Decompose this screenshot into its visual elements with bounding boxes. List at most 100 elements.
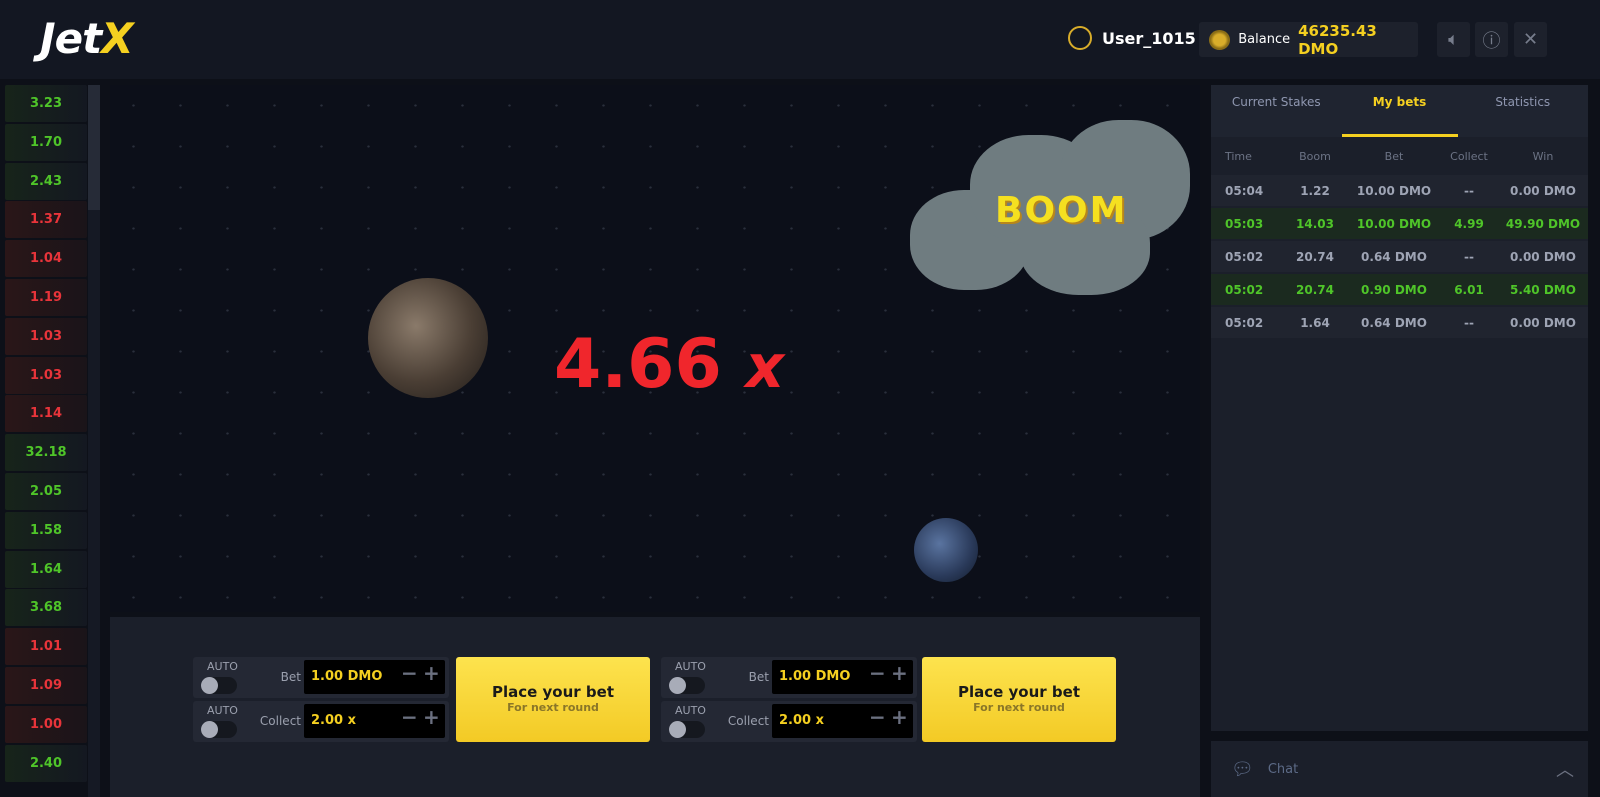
table-cell: 0.64 DMO (1361, 249, 1427, 264)
auto-toggle[interactable] (201, 721, 237, 738)
table-cell: 6.01 (1454, 282, 1484, 297)
table-cell: 20.74 (1296, 249, 1334, 264)
bet_label: Bet (748, 670, 769, 684)
auto-label: AUTO (207, 660, 238, 673)
planet-small (914, 518, 978, 582)
plus-button[interactable]: + (423, 705, 440, 729)
close-icon: ✕ (1522, 29, 1539, 50)
table-row: 05:03 14.03 10.00 DMO 4.99 49.90 DMO (1211, 208, 1588, 239)
table-row: 05:02 20.74 0.90 DMO 6.01 5.40 DMO (1211, 274, 1588, 305)
history-item: 1.19 (5, 278, 87, 316)
bet-group: AUTO Bet 1.00 DMO − + AUTO Collect 2.00 … (661, 657, 917, 745)
table-cell: 0.00 DMO (1510, 183, 1576, 198)
balance-label: Balance (1238, 32, 1291, 47)
column-header: Collect (1450, 149, 1488, 163)
chevron-up-icon[interactable]: ︿ (1556, 756, 1574, 782)
history-item: 32.18 (5, 434, 87, 472)
sidebar-tabs: Current Stakes My bets Statistics (1211, 85, 1588, 137)
table-cell: 1.22 (1300, 183, 1330, 198)
table-cell: 20.74 (1296, 282, 1334, 297)
table-cell: 05:04 (1225, 183, 1264, 198)
table-cell: -- (1464, 183, 1474, 198)
history-scrollbar[interactable] (88, 85, 100, 797)
table-cell: 05:03 (1225, 216, 1264, 231)
boom-text: BOOM (995, 190, 1128, 231)
plus-button[interactable]: + (423, 661, 440, 685)
bet_label: Bet (280, 670, 301, 684)
minus-button[interactable]: − (869, 661, 886, 685)
plus-button[interactable]: + (891, 661, 908, 685)
bets-table: 05:04 1.22 10.00 DMO -- 0.00 DMO 05:03 14.03 10… (1211, 175, 1588, 338)
table-row: 05:04 1.22 10.00 DMO -- 0.00 DMO (1211, 175, 1588, 206)
table-cell: 05:02 (1225, 282, 1264, 297)
history-item: 1.58 (5, 511, 87, 549)
place-bet-button[interactable]: Place your bet For next round (456, 657, 650, 742)
user-info: User_1015 (1068, 26, 1196, 50)
multiplier-suffix: x (745, 332, 785, 402)
history-item: 1.09 (5, 666, 87, 704)
chat-label: Chat (1267, 761, 1299, 777)
table-cell: 10.00 DMO (1356, 183, 1432, 198)
history-item: 2.43 (5, 162, 87, 200)
history-item: 2.05 (5, 472, 87, 510)
auto-toggle[interactable] (201, 677, 237, 694)
table-cell: 0.64 DMO (1361, 315, 1427, 330)
minus-button[interactable]: − (401, 705, 418, 729)
history-item: 1.00 (5, 705, 87, 743)
history-item: 1.03 (5, 317, 87, 355)
history-item: 1.14 (5, 395, 87, 433)
table-cell: -- (1464, 249, 1474, 264)
place-bet-title: Place your bet (957, 683, 1080, 701)
scrollbar-thumb[interactable] (88, 85, 100, 210)
chat-bar[interactable]: 💬︎ Chat ︿ (1211, 741, 1588, 797)
place-bet-button[interactable]: Place your bet For next round (922, 657, 1116, 742)
history-item: 1.70 (5, 123, 87, 161)
sound-button[interactable]: 🔈︎ (1437, 22, 1470, 57)
table-cell: 05:02 (1225, 249, 1264, 264)
header: JetX User_1015 Balance 46235.43 DMO 🔈︎ ⓘ… (0, 0, 1600, 79)
place-bet-title: Place your bet (491, 683, 614, 701)
history-item: 1.37 (5, 201, 87, 239)
plus-button[interactable]: + (891, 705, 908, 729)
table-row: 05:02 20.74 0.64 DMO -- 0.00 DMO (1211, 241, 1588, 272)
game-canvas: BOOM 4.66 x (110, 85, 1200, 612)
auto-label: AUTO (675, 704, 706, 717)
bet-group: AUTO Bet 1.00 DMO − + AUTO Collect 2.00 … (193, 657, 449, 745)
table-cell: -- (1464, 315, 1474, 330)
column-header: Win (1532, 149, 1554, 163)
tab-my-bets[interactable]: My bets (1341, 85, 1458, 137)
multiplier-history: 3.23 1.70 2.43 1.37 1.04 1.19 1.03 1.03 1.14 32.1… (5, 85, 87, 783)
table-cell: 5.40 DMO (1510, 282, 1576, 297)
balance-value: 46235.43 DMO (1298, 21, 1377, 58)
tab-current-stakes[interactable]: Current Stakes (1211, 85, 1342, 137)
table-cell: 14.03 (1296, 216, 1334, 231)
collect_label: Collect (727, 714, 769, 728)
multiplier-value: 4.66 (554, 325, 722, 404)
history-item: 3.23 (5, 85, 87, 122)
auto-toggle[interactable] (669, 677, 705, 694)
username: User_1015 (1102, 28, 1196, 48)
collect-row: AUTO Collect 2.00 x − + (661, 701, 917, 742)
table-header: Time Boom Bet Collect Win (1211, 137, 1588, 175)
table-cell: 10.00 DMO (1356, 216, 1432, 231)
history-item: 1.04 (5, 240, 87, 278)
user-icon (1068, 26, 1092, 50)
balance-box: Balance 46235.43 DMO (1199, 21, 1418, 58)
info-button[interactable]: ⓘ (1475, 22, 1508, 57)
column-header: Time (1225, 149, 1252, 163)
column-header: Boom (1299, 149, 1331, 163)
table-cell: 05:02 (1225, 315, 1264, 330)
auto-toggle[interactable] (669, 721, 705, 738)
history-item: 1.64 (5, 550, 87, 588)
place-bet-subtitle: For next round (973, 701, 1065, 714)
minus-button[interactable]: − (401, 661, 418, 685)
column-header: Bet (1384, 149, 1404, 163)
bet-row: AUTO Bet 1.00 DMO − + (661, 657, 917, 698)
bet-row: AUTO Bet 1.00 DMO − + (193, 657, 449, 698)
bet-controls: AUTO Bet 1.00 DMO − + AUTO Collect 2.00 … (110, 617, 1200, 797)
tab-statistics[interactable]: Statistics (1458, 85, 1589, 137)
collect_label: Collect (259, 714, 301, 728)
history-item: 3.68 (5, 589, 87, 627)
close-button[interactable]: ✕ (1514, 22, 1547, 57)
minus-button[interactable]: − (869, 705, 886, 729)
